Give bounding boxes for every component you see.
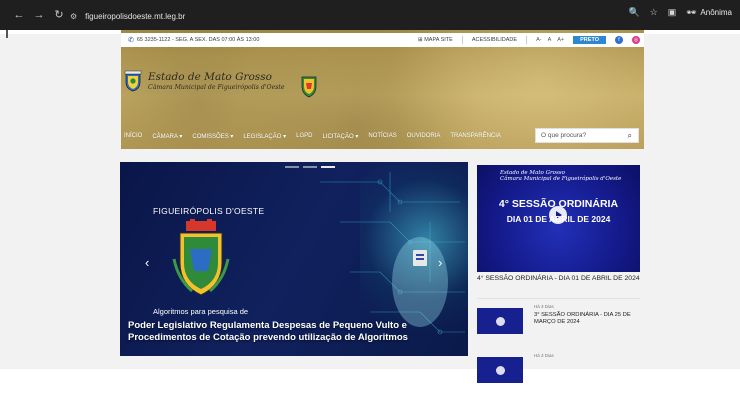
nav-item-camara[interactable]: CÂMARA ▾ (152, 133, 182, 140)
nav-item-noticias[interactable]: NOTÍCIAS (368, 133, 396, 139)
divider (477, 298, 640, 299)
nav-item-lgpd[interactable]: LGPD (296, 133, 312, 139)
site-logo[interactable]: Estado de Mato Grosso Câmara Municipal d… (124, 70, 285, 92)
incognito-label: Anônima (700, 8, 732, 17)
phone-icon: ✆ (128, 37, 134, 44)
news-slider[interactable]: FIGUEIRÓPOLIS D'OESTE ‹ › Algoritmos par… (120, 162, 468, 356)
nav-item-licitacao[interactable]: LICITAÇÃO ▾ (322, 133, 358, 140)
facebook-icon[interactable]: f (615, 36, 623, 44)
slider-indicators (285, 166, 335, 168)
zoom-icon[interactable]: 🔍 (628, 7, 639, 18)
site-info-icon[interactable]: ⚙ (70, 12, 77, 21)
incognito-icon: 🕶 (686, 8, 697, 17)
site-map-link[interactable]: ⊞ MAPA SITE (418, 37, 453, 43)
video-meta: Há 3 Dias (534, 353, 554, 358)
slider-prev-button[interactable]: ‹ (145, 255, 149, 270)
slide-headline: FIGUEIRÓPOLIS D'OESTE (153, 206, 265, 216)
bookmark-star-icon[interactable]: ☆ (650, 7, 658, 18)
coat-of-arms-icon (172, 219, 230, 296)
slider-next-button[interactable]: › (438, 255, 442, 270)
address-bar[interactable]: ⚙ figueiropolisdoeste.mt.leg.br (70, 8, 670, 24)
font-normal-button[interactable]: A (548, 37, 552, 43)
phone-text: 65 3235-1122 - SEG. A SEX. DAS 07:00 ÀS … (136, 37, 260, 43)
video-thumbnail[interactable] (477, 308, 523, 334)
nav-item-comissoes[interactable]: COMISSÕES ▾ (192, 133, 233, 140)
featured-video[interactable]: Estado de Mato Grosso Câmara Municipal d… (477, 165, 640, 272)
site-search-input[interactable]: O que procura? ⌕ (535, 128, 639, 143)
video-overlay-date: DIA 01 DE ABRIL DE 2024 (506, 214, 611, 224)
slide-caption[interactable]: Poder Legislativo Regulamenta Despesas d… (128, 320, 458, 344)
slide-dot[interactable] (303, 166, 317, 168)
divider (461, 36, 463, 44)
video-thumbnail[interactable] (477, 357, 523, 383)
document-icon (413, 250, 427, 266)
forward-icon[interactable]: → (32, 8, 46, 22)
slide-tagline: Algoritmos para pesquisa de (153, 307, 249, 316)
video-item-title[interactable]: 3° SESSÃO ORDINÁRIA - DIA 25 DE MARÇO DE… (534, 312, 638, 326)
state-crest-icon (124, 70, 142, 92)
nav-item-inicio[interactable]: INÍCIO (124, 133, 142, 139)
video-list-item[interactable]: Há 3 Dias 3° SESSÃO ORDINÁRIA - DIA 25 D… (477, 304, 640, 348)
contact-phone: ✆ 65 3235-1122 - SEG. A SEX. DAS 07:00 À… (128, 36, 259, 44)
brand-subtitle: Câmara Municipal de Figueirópolis d'Oest… (148, 84, 285, 91)
url-text[interactable]: figueiropolisdoeste.mt.leg.br (85, 12, 185, 21)
featured-video-title[interactable]: 4° SESSÃO ORDINÁRIA - DIA 01 DE ABRIL DE… (477, 275, 640, 284)
font-increase-button[interactable]: A+ (557, 37, 564, 43)
site-map-label: MAPA SITE (424, 37, 453, 43)
search-placeholder: O que procura? (541, 132, 587, 139)
incognito-badge[interactable]: 🕶 Anônima (686, 8, 732, 17)
brand-title: Estado de Mato Grosso (148, 71, 272, 83)
video-meta: Há 3 Dias (534, 304, 554, 309)
page-edge-marker (6, 30, 8, 38)
nav-item-ouvidoria[interactable]: OUVIDORIA (407, 133, 441, 139)
side-panel-icon[interactable]: ▣ (668, 7, 677, 18)
reload-icon[interactable]: ↻ (52, 8, 66, 22)
video-header: Estado de Mato Grosso Câmara Municipal d… (500, 170, 621, 182)
slide-dot-active[interactable] (321, 166, 335, 168)
font-size-controls: A- A A+ (536, 37, 564, 43)
font-decrease-button[interactable]: A- (536, 37, 542, 43)
browser-toolbar: ← → ↻ ⚙ figueiropolisdoeste.mt.leg.br 🔍 … (0, 0, 740, 30)
video-list-item[interactable]: Há 3 Dias (477, 353, 640, 397)
nav-item-legislacao[interactable]: LEGISLAÇÃO ▾ (243, 133, 286, 140)
accessibility-link[interactable]: ACESSIBILIDADE (472, 37, 517, 43)
municipal-crest-icon (301, 76, 317, 98)
contrast-button[interactable]: PRETO (573, 36, 606, 44)
instagram-icon[interactable]: ◎ (632, 36, 640, 44)
search-icon[interactable]: ⌕ (628, 131, 632, 141)
slide-dot[interactable] (285, 166, 299, 168)
divider (526, 36, 528, 44)
video-header-line2: Câmara Municipal de Figueirópolis d'Oest… (500, 176, 622, 182)
nav-item-transparencia[interactable]: TRANSPARÊNCIA (450, 133, 501, 139)
back-icon[interactable]: ← (12, 8, 26, 22)
top-info-bar: ✆ 65 3235-1122 - SEG. A SEX. DAS 07:00 À… (121, 33, 644, 47)
